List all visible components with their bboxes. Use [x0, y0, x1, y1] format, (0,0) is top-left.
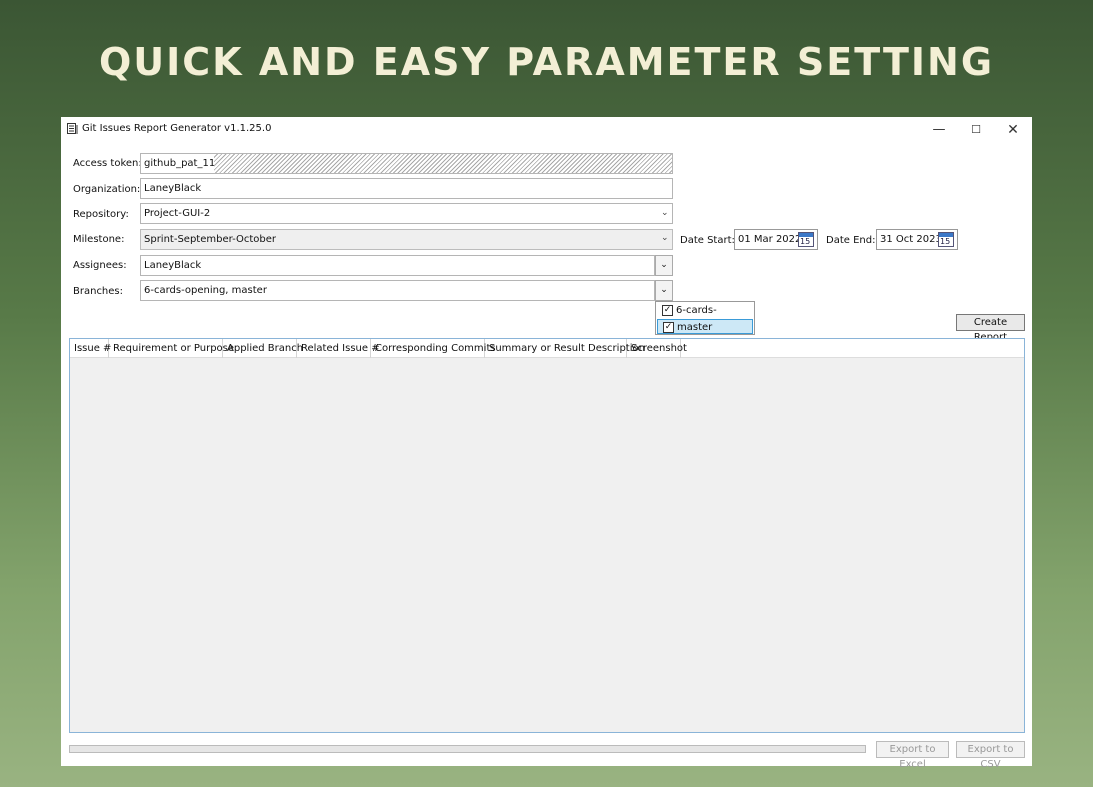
token-mask — [214, 154, 672, 173]
assignees-field[interactable]: LaneyBlack — [140, 255, 655, 276]
branches-field[interactable]: 6-cards-opening, master — [140, 280, 655, 301]
calendar-icon[interactable]: 15 — [938, 232, 954, 247]
date-end-label: Date End: — [826, 235, 876, 246]
repository-select[interactable]: Project-GUI-2 — [140, 203, 673, 224]
access-token-value: github_pat_11AI — [144, 158, 225, 169]
milestone-label: Milestone: — [73, 234, 125, 245]
repository-value: Project-GUI-2 — [144, 208, 211, 219]
table-header: Issue # Requirement or Purpose Applied B… — [70, 339, 1024, 358]
export-excel-button[interactable]: Export to Excel — [876, 741, 949, 770]
branch-option-master[interactable]: ✓ master — [657, 319, 753, 334]
minimize-button[interactable]: — — [925, 120, 953, 140]
branches-label: Branches: — [73, 286, 124, 297]
branch-option-6-cards-opening[interactable]: ✓ 6-cards-opening — [657, 303, 753, 331]
column-header[interactable]: Corresponding Commits — [371, 339, 496, 358]
assignees-dropdown-button[interactable]: ⌄ — [655, 255, 673, 276]
column-header[interactable]: Applied Branch — [223, 339, 303, 358]
date-end-value: 31 Oct 2023 — [880, 234, 942, 245]
chevron-down-icon: ⌄ — [660, 260, 668, 270]
column-header[interactable]: Issue # — [70, 339, 111, 358]
organization-field[interactable]: LaneyBlack — [140, 178, 673, 199]
organization-value: LaneyBlack — [144, 183, 202, 194]
milestone-value: Sprint-September-October — [144, 234, 276, 245]
chevron-down-icon: ⌄ — [661, 208, 669, 218]
chevron-down-icon: ⌄ — [660, 285, 668, 295]
maximize-button[interactable]: ☐ — [962, 120, 990, 140]
milestone-select[interactable]: Sprint-September-October — [140, 229, 673, 250]
issues-table: Issue # Requirement or Purpose Applied B… — [69, 338, 1025, 733]
date-start-picker[interactable]: 01 Mar 2022 15 — [734, 229, 818, 250]
app-icon — [67, 123, 78, 134]
access-token-label: Access token: — [73, 158, 142, 169]
window-title: Git Issues Report Generator v1.1.25.0 — [82, 123, 272, 134]
assignees-label: Assignees: — [73, 260, 127, 271]
title-bar: Git Issues Report Generator v1.1.25.0 — … — [61, 117, 1032, 143]
organization-label: Organization: — [73, 184, 141, 195]
assignees-value: LaneyBlack — [144, 260, 202, 271]
checkbox-checked-icon[interactable]: ✓ — [663, 322, 674, 333]
column-header[interactable]: Screenshot — [627, 339, 687, 358]
checkbox-checked-icon[interactable]: ✓ — [662, 305, 673, 316]
column-header[interactable]: Related Issue # — [297, 339, 380, 358]
branches-popup: ✓ 6-cards-opening ✓ master — [655, 301, 755, 335]
create-report-button[interactable]: Create Report — [956, 314, 1025, 343]
repository-label: Repository: — [73, 209, 129, 220]
column-header[interactable]: Requirement or Purpose — [109, 339, 234, 358]
date-end-picker[interactable]: 31 Oct 2023 15 — [876, 229, 958, 250]
export-csv-button[interactable]: Export to CSV — [956, 741, 1025, 770]
column-header[interactable]: Summary or Result Description — [485, 339, 645, 358]
banner-title: QUICK AND EASY PARAMETER SETTING — [98, 40, 995, 84]
chevron-down-icon: ⌄ — [661, 233, 669, 243]
branches-dropdown-button[interactable]: ⌄ — [655, 280, 673, 301]
date-start-value: 01 Mar 2022 — [738, 234, 802, 245]
close-button[interactable]: ✕ — [999, 120, 1027, 140]
calendar-icon[interactable]: 15 — [798, 232, 814, 247]
progress-bar — [69, 745, 866, 753]
app-window: Git Issues Report Generator v1.1.25.0 — … — [61, 117, 1032, 770]
date-start-label: Date Start: — [680, 235, 735, 246]
branches-value: 6-cards-opening, master — [144, 285, 267, 296]
